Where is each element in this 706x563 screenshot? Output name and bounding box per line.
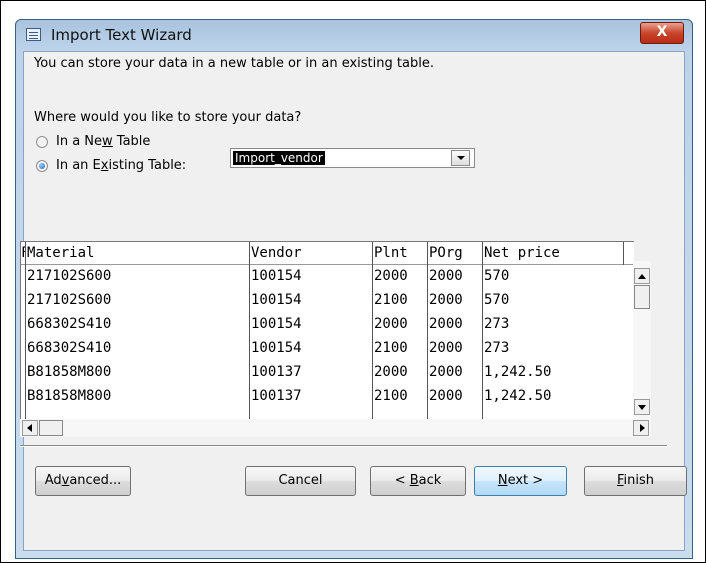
cell-porg: 2000 — [429, 388, 463, 404]
grid-header-row: F Material Vendor Plnt POrg Net price — [21, 242, 634, 265]
cell-vendor: 100154 — [251, 292, 302, 308]
data-preview-grid[interactable]: F Material Vendor Plnt POrg Net price 21… — [20, 241, 634, 420]
table-row: B81858M800 100137 2000 2000 1,242.50 — [21, 361, 634, 384]
title-bar[interactable]: Import Text Wizard X — [16, 20, 692, 50]
chevron-down-icon[interactable] — [451, 150, 470, 166]
column-header-vendor: Vendor — [250, 242, 373, 265]
cell-porg: 2000 — [429, 340, 463, 356]
cell-porg: 2000 — [429, 268, 463, 284]
question-text: Where would you like to store your data? — [34, 110, 302, 125]
cell-plnt: 2100 — [374, 340, 408, 356]
scroll-down-icon[interactable] — [634, 399, 650, 415]
cell-vendor: 100137 — [251, 388, 302, 404]
advanced-button[interactable]: Advanced... — [35, 466, 131, 496]
cell-vendor: 100154 — [251, 268, 302, 284]
column-divider — [623, 242, 624, 265]
close-button[interactable]: X — [640, 22, 684, 44]
cell-porg: 2000 — [429, 292, 463, 308]
vertical-scrollbar[interactable] — [633, 261, 651, 419]
cell-plnt: 2100 — [374, 292, 408, 308]
scroll-right-icon[interactable] — [633, 420, 649, 436]
intro-text: You can store your data in a new table o… — [34, 56, 434, 71]
cell-plnt: 2000 — [374, 364, 408, 380]
cell-net-price: 1,242.50 — [484, 364, 552, 380]
cell-plnt: 2100 — [374, 388, 408, 404]
radio-existing-table[interactable] — [36, 160, 48, 172]
table-row: 217102S600 100154 2000 2000 570 — [21, 265, 634, 288]
cell-material: B81858M800 — [27, 388, 112, 404]
radio-new-table-label[interactable]: In a New Table — [56, 134, 150, 149]
cell-vendor: 100137 — [251, 364, 302, 380]
cell-net-price: 273 — [484, 340, 510, 356]
column-header-porg: POrg — [428, 242, 483, 265]
horizontal-scrollbar[interactable] — [20, 419, 651, 437]
cell-vendor: 100154 — [251, 316, 302, 332]
radio-existing-table-label[interactable]: In an Existing Table: — [56, 158, 186, 173]
app-icon — [26, 28, 41, 41]
table-row: 668302S410 100154 2000 2000 273 — [21, 313, 634, 336]
cell-material: 668302S410 — [27, 340, 112, 356]
cell-plnt: 2000 — [374, 268, 408, 284]
table-row: 217102S600 100154 2100 2000 570 — [21, 289, 634, 312]
cell-vendor: 100154 — [251, 340, 302, 356]
cell-net-price: 570 — [484, 292, 510, 308]
next-button[interactable]: Next > — [474, 466, 567, 496]
cell-material: 217102S600 — [27, 268, 112, 284]
column-header-material: Material — [26, 242, 250, 265]
cell-material: 668302S410 — [27, 316, 112, 332]
cell-material: 217102S600 — [27, 292, 112, 308]
horizontal-scroll-thumb[interactable] — [39, 420, 63, 436]
button-separator — [20, 445, 667, 447]
table-row: B81858M800 100137 2100 2000 1,242.50 — [21, 385, 634, 408]
cell-porg: 2000 — [429, 316, 463, 332]
radio-new-table[interactable] — [36, 136, 48, 148]
finish-button[interactable]: Finish — [584, 466, 687, 496]
combobox-value[interactable]: Import_vendor — [233, 151, 325, 165]
scroll-left-icon[interactable] — [22, 420, 38, 436]
cancel-button[interactable]: Cancel — [245, 466, 356, 496]
cell-plnt: 2000 — [374, 316, 408, 332]
column-header-plnt: Plnt — [373, 242, 428, 265]
existing-table-combobox[interactable]: Import_vendor — [230, 148, 475, 168]
cell-net-price: 273 — [484, 316, 510, 332]
table-row: 668302S410 100154 2100 2000 273 — [21, 337, 634, 360]
vertical-scroll-thumb[interactable] — [634, 285, 650, 309]
back-button[interactable]: < Back — [370, 466, 466, 496]
cell-net-price: 570 — [484, 268, 510, 284]
cell-porg: 2000 — [429, 364, 463, 380]
column-header-net-price: Net price — [483, 242, 624, 265]
window-title: Import Text Wizard — [51, 26, 192, 44]
cell-material: B81858M800 — [27, 364, 112, 380]
scroll-up-icon[interactable] — [634, 268, 650, 284]
cell-net-price: 1,242.50 — [484, 388, 552, 404]
